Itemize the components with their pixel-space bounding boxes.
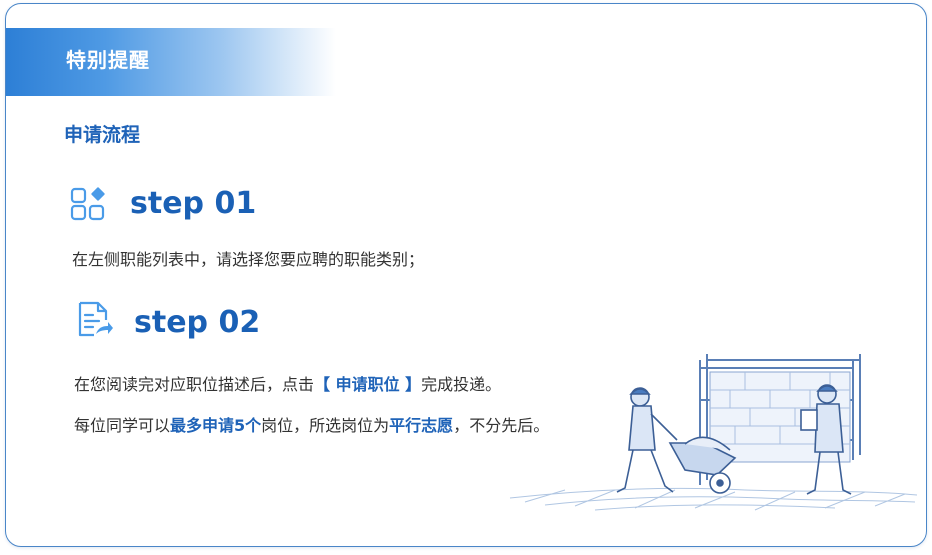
step-02-rule: 每位同学可以最多申请5个岗位，所选岗位为平行志愿，不分先后。 xyxy=(74,412,549,436)
notice-title: 特别提醒 xyxy=(66,48,150,72)
step-02-text-before: 在您阅读完对应职位描述后，点击 xyxy=(74,375,315,394)
step-02-text-after: 完成投递。 xyxy=(421,375,502,394)
notice-banner xyxy=(6,28,336,96)
construction-workers-illustration xyxy=(509,354,918,511)
step-01-text: 在左侧职能列表中，请选择您要应聘的职能类别； xyxy=(72,250,425,269)
rule-part1: 每位同学可以 xyxy=(74,416,171,435)
rule-part2: 岗位，所选岗位为 xyxy=(261,416,390,435)
rule-highlight-parallel: 平行志愿 xyxy=(389,416,454,435)
process-title: 申请流程 xyxy=(64,124,141,146)
rule-highlight-max: 最多申请5个 xyxy=(170,416,262,435)
grid-apps-icon xyxy=(70,187,105,221)
step-02-label: step 02 xyxy=(134,305,261,340)
document-send-icon xyxy=(78,301,113,337)
step-02-text: 在您阅读完对应职位描述后，点击【 申请职位 】完成投递。 xyxy=(74,371,501,395)
step-01-label: step 01 xyxy=(130,186,257,221)
apply-position-link[interactable]: 【 申请职位 】 xyxy=(314,375,421,394)
